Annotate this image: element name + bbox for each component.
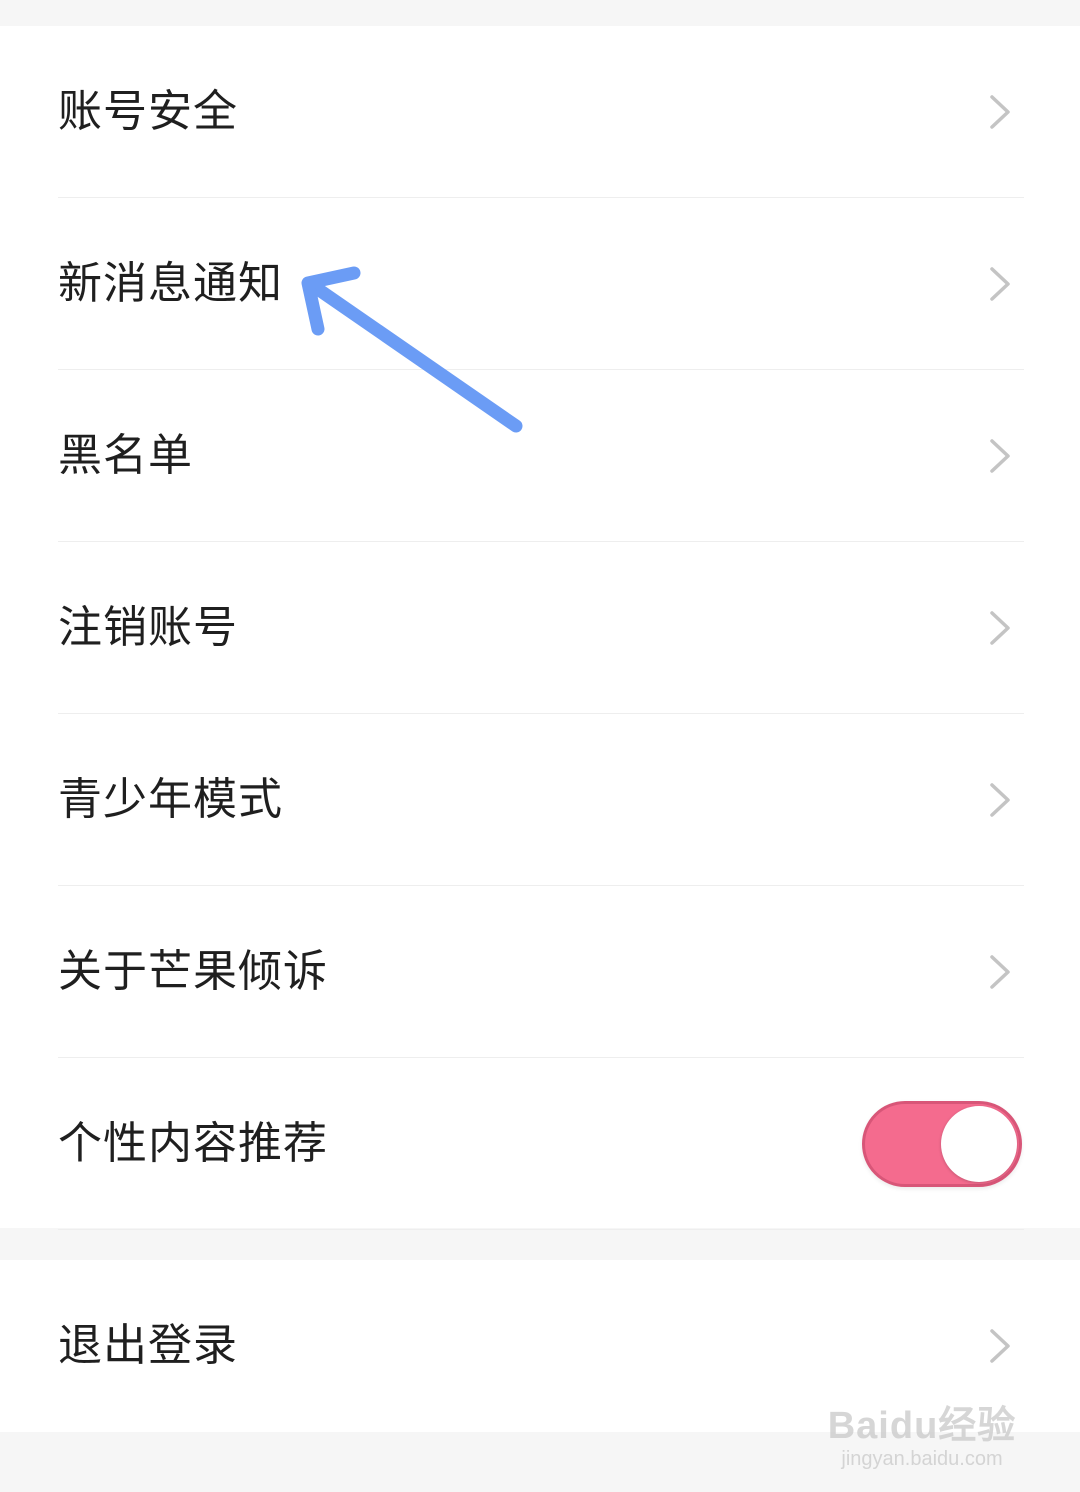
settings-item-label: 注销账号 (58, 602, 238, 653)
top-spacer (0, 0, 1080, 26)
settings-item-about[interactable]: 关于芒果倾诉 (0, 886, 1080, 1058)
settings-item-label: 关于芒果倾诉 (58, 946, 328, 997)
personalized-recommendation-toggle[interactable] (862, 1101, 1022, 1187)
baidu-jingyan-watermark: Baidu经验 jingyan.baidu.com (822, 1405, 1022, 1470)
logout-label: 退出登录 (58, 1320, 238, 1371)
chevron-right-icon (990, 611, 1010, 645)
settings-item-label: 青少年模式 (58, 774, 283, 825)
watermark-logo: Baidu经验 (827, 1405, 1017, 1448)
chevron-right-icon (990, 783, 1010, 817)
watermark-url: jingyan.baidu.com (841, 1448, 1003, 1470)
chevron-right-icon (990, 955, 1010, 989)
settings-item-label: 个性内容推荐 (58, 1118, 328, 1169)
settings-item-blacklist[interactable]: 黑名单 (0, 370, 1080, 542)
settings-item-label: 新消息通知 (58, 258, 283, 309)
chevron-right-icon (990, 1329, 1010, 1363)
toggle-knob (941, 1106, 1017, 1182)
chevron-right-icon (990, 95, 1010, 129)
chevron-right-icon (990, 267, 1010, 301)
section-spacer (0, 1228, 1080, 1260)
settings-item-account-security[interactable]: 账号安全 (0, 26, 1080, 198)
settings-list: 账号安全 新消息通知 黑名单 注销账号 青少年模式 关于芒果倾诉 个性内容推荐 (0, 26, 1080, 1230)
settings-item-delete-account[interactable]: 注销账号 (0, 542, 1080, 714)
chevron-right-icon (990, 439, 1010, 473)
settings-item-personalized-recommendation: 个性内容推荐 (0, 1058, 1080, 1230)
settings-item-label: 账号安全 (58, 86, 238, 137)
settings-item-label: 黑名单 (58, 430, 193, 481)
settings-item-teen-mode[interactable]: 青少年模式 (0, 714, 1080, 886)
settings-item-new-message-notification[interactable]: 新消息通知 (0, 198, 1080, 370)
